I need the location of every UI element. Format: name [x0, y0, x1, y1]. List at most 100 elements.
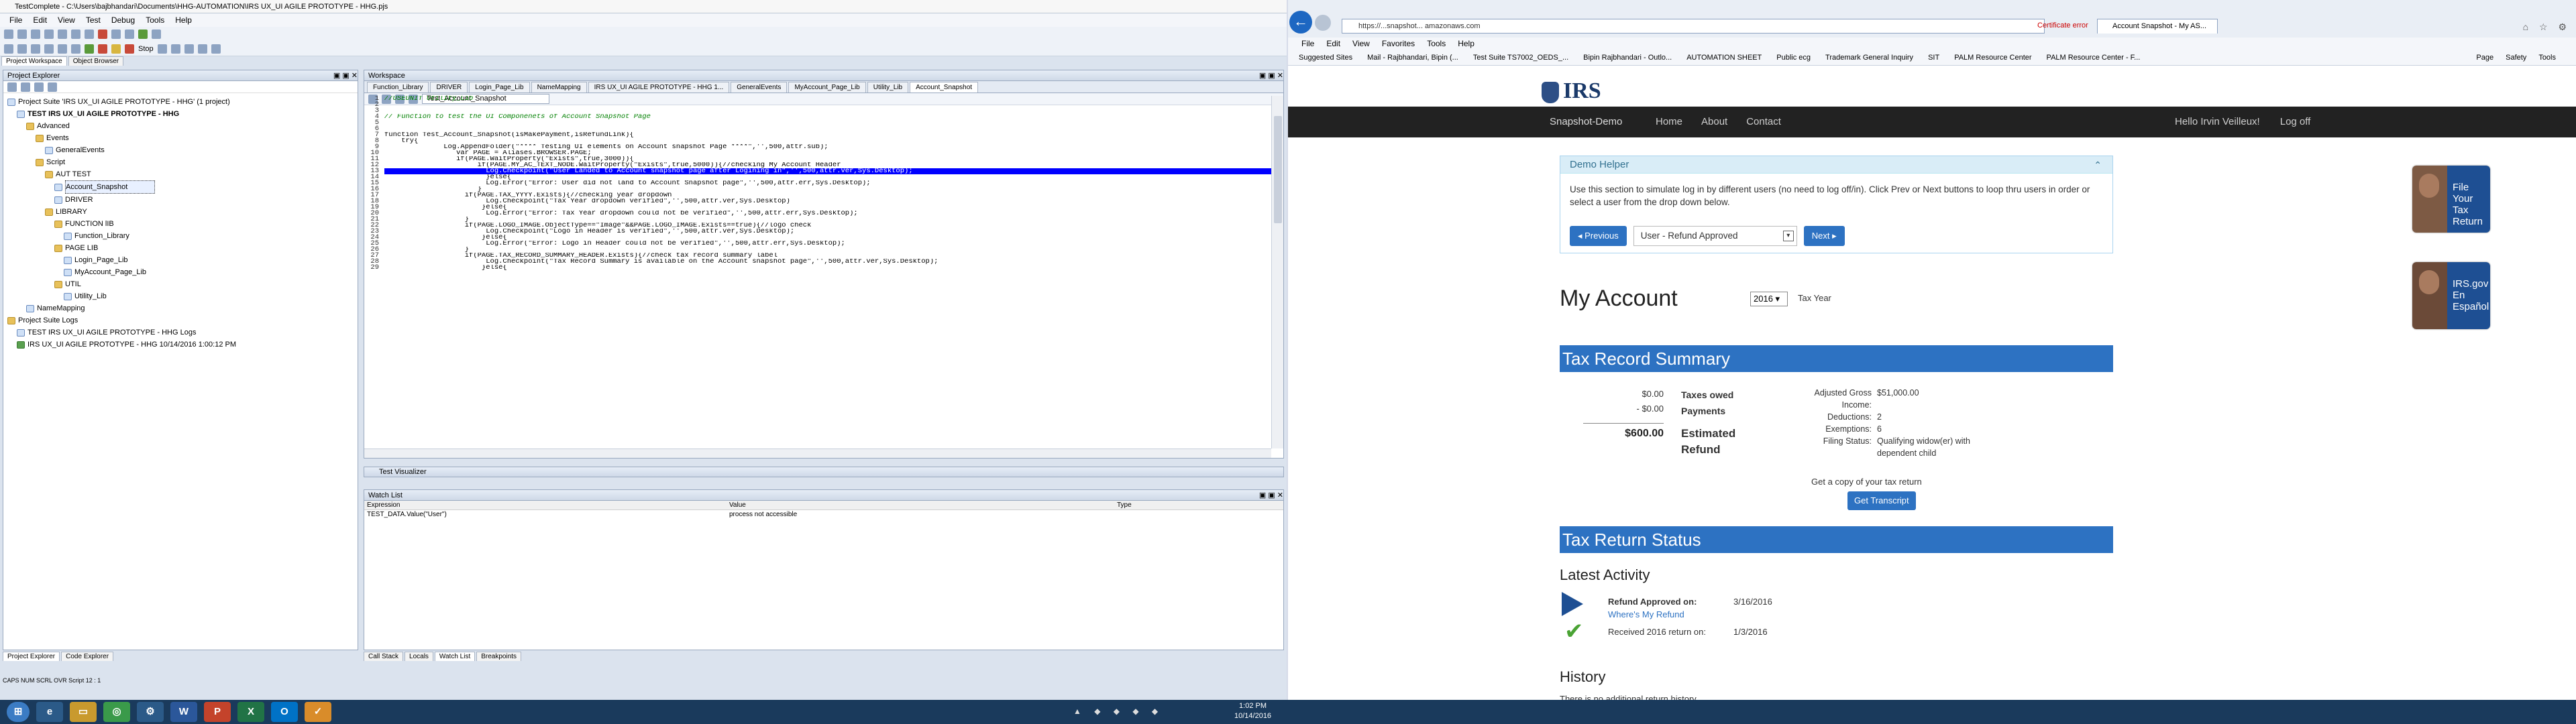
taskbar-word[interactable]: W: [170, 702, 197, 722]
fav-item[interactable]: Suggested Sites: [1299, 50, 1352, 65]
tree-node[interactable]: Project Suite 'IRS UX_UI AGILE PROTOTYPE…: [7, 96, 354, 108]
code-line[interactable]: 18 Log.Checkpoint("Tax Year dropdown ver…: [364, 198, 1271, 205]
ie-menu-tools[interactable]: Tools: [1427, 38, 1446, 50]
code-line[interactable]: 12 if(PAGE.MY_AC_TEXT_NODE.WaitProperty(…: [364, 162, 1271, 169]
tree-node[interactable]: Script: [7, 156, 354, 168]
run-icon[interactable]: [138, 29, 148, 39]
irs-logo[interactable]: IRS: [1542, 78, 1601, 104]
fav-item[interactable]: SIT: [1928, 50, 1939, 65]
tree-node[interactable]: Advanced: [7, 120, 354, 132]
copy-item-icon[interactable]: [58, 44, 67, 54]
nav-user-greeting[interactable]: Hello Irvin Veilleux!: [2175, 107, 2260, 137]
tree-node[interactable]: GeneralEvents: [7, 144, 354, 156]
wheres-my-refund-link[interactable]: Where's My Refund: [1608, 609, 1684, 619]
code-line[interactable]: 4 // Function to test the UI Componenets …: [364, 113, 1271, 121]
tree-node[interactable]: IRS UX_UI AGILE PROTOTYPE - HHG 10/14/20…: [7, 339, 354, 351]
fav-item[interactable]: Public ecg: [1776, 50, 1811, 65]
menu-tools[interactable]: Tools: [146, 15, 164, 25]
taskbar-powerpoint[interactable]: P: [204, 702, 231, 722]
tree-node[interactable]: Login_Page_Lib: [7, 254, 354, 266]
code-line[interactable]: 1 //USEUNIT Utility_Lib: [364, 96, 1271, 102]
delete-icon[interactable]: [98, 29, 107, 39]
file-tab[interactable]: IRS UX_UI AGILE PROTOTYPE - HHG 1...: [588, 82, 730, 93]
tree-node[interactable]: Utility_Lib: [7, 290, 354, 302]
previous-button[interactable]: ◂ Previous: [1570, 226, 1627, 246]
record-icon[interactable]: [152, 29, 161, 39]
certificate-error[interactable]: Certificate error: [2037, 19, 2088, 32]
code-line[interactable]: 8 try{: [364, 137, 1271, 145]
nav-about[interactable]: About: [1701, 107, 1727, 137]
menu-help[interactable]: Help: [175, 15, 192, 25]
col-expression[interactable]: Expression: [364, 501, 727, 509]
save-icon[interactable]: [31, 29, 40, 39]
user-select[interactable]: User - Refund Approved ▾: [1633, 226, 1797, 246]
tree-node[interactable]: Account_Snapshot: [7, 180, 354, 194]
code-line[interactable]: 3: [364, 107, 1271, 115]
new-item-icon[interactable]: [4, 44, 13, 54]
tab-object-browser[interactable]: Object Browser: [68, 56, 124, 66]
cut-icon[interactable]: [58, 29, 67, 39]
copy-icon[interactable]: [71, 29, 80, 39]
step-over-icon[interactable]: [170, 44, 180, 54]
file-tab[interactable]: MyAccount_Page_Lib: [788, 82, 866, 93]
stop-label[interactable]: Stop: [138, 45, 154, 53]
forward-button[interactable]: [1315, 15, 1331, 31]
code-line[interactable]: 15 Log.Error("Error: User did not land t…: [364, 180, 1271, 187]
code-line[interactable]: 11 if(PAGE.WaitProperty("Exists",true,30…: [364, 156, 1271, 163]
tree-node[interactable]: UTIL: [7, 278, 354, 290]
code-line[interactable]: 10 var PAGE = Aliases.BROWSER.PAGE;: [364, 149, 1271, 157]
explorer-tool-icon[interactable]: [48, 82, 57, 92]
fav-item[interactable]: Bipin Rajbhandari - Outlo...: [1583, 50, 1672, 65]
code-line[interactable]: 22 if(PAGE.LOGO_IMAGE.ObjectType=="Image…: [364, 222, 1271, 229]
ie-menu-edit[interactable]: Edit: [1326, 38, 1340, 50]
explorer-tool-icon[interactable]: [7, 82, 17, 92]
code-line[interactable]: 23 Log.Checkpoint("Logo in Header is ver…: [364, 228, 1271, 235]
code-editor[interactable]: 1 //USEUNIT Utility_Lib 2 3 4 // Function to …: [364, 96, 1271, 448]
tax-year-select[interactable]: 2016 ▾: [1750, 292, 1788, 306]
tree-node[interactable]: TEST IRS UX_UI AGILE PROTOTYPE - HHG: [7, 108, 354, 120]
nav-contact[interactable]: Contact: [1746, 107, 1781, 137]
browser-tab[interactable]: Account Snapshot - My AS...: [2097, 19, 2218, 34]
promo-espanol[interactable]: IRS.gov En Español: [2412, 262, 2490, 329]
taskbar-ie[interactable]: e: [36, 702, 63, 722]
fav-item[interactable]: Test Suite TS7002_OEDS_...: [1473, 50, 1568, 65]
code-line[interactable]: 28 Log.Checkpoint("Tax Record Summary is…: [364, 258, 1271, 265]
tree-node[interactable]: PAGE LIB: [7, 242, 354, 254]
code-line[interactable]: 6: [364, 125, 1271, 133]
menu-file[interactable]: File: [9, 15, 22, 25]
tab-breakpoints[interactable]: Breakpoints: [476, 652, 522, 661]
address-bar[interactable]: https://...snapshot... amazonaws.com Cert…: [1342, 19, 2088, 34]
code-line[interactable]: 25 Log.Error("Error: Logo in Header coul…: [364, 240, 1271, 247]
paste-icon[interactable]: [85, 29, 94, 39]
explorer-tool-icon[interactable]: [21, 82, 30, 92]
nav-brand[interactable]: Snapshot-Demo: [1550, 107, 1622, 137]
col-value[interactable]: Value: [727, 501, 1114, 509]
tree-node[interactable]: Project Suite Logs: [7, 314, 354, 326]
tree-node[interactable]: MyAccount_Page_Lib: [7, 266, 354, 278]
code-line[interactable]: 19 }else{: [364, 204, 1271, 211]
tab-locals[interactable]: Locals: [405, 652, 433, 661]
code-vertical-scrollbar[interactable]: [1271, 96, 1283, 448]
fav-item[interactable]: AUTOMATION SHEET: [1686, 50, 1762, 65]
code-line[interactable]: 26 }: [364, 246, 1271, 253]
pane-buttons[interactable]: ▣ ▣ ✕: [333, 70, 358, 80]
menu-test[interactable]: Test: [86, 15, 101, 25]
open-item-icon[interactable]: [17, 44, 27, 54]
code-line[interactable]: 16 }: [364, 186, 1271, 193]
tab-watch-list[interactable]: Watch List: [434, 652, 476, 661]
tree-node[interactable]: NameMapping: [7, 302, 354, 314]
code-line[interactable]: 14 }else{: [364, 174, 1271, 181]
tree-node[interactable]: DRIVER: [7, 194, 354, 206]
ie-menu-help[interactable]: Help: [1458, 38, 1474, 50]
promo-file-tax-return[interactable]: File Your Tax Return: [2412, 166, 2490, 233]
code-line[interactable]: 9 Log.AppendFolder("**** Testing UI elem…: [364, 143, 1271, 151]
back-button[interactable]: ←: [1289, 11, 1312, 34]
step-into-icon[interactable]: [157, 44, 167, 54]
ie-menu-favorites[interactable]: Favorites: [1382, 38, 1415, 50]
pause-icon[interactable]: [111, 44, 121, 54]
code-line[interactable]: 13 Log.Checkpoint("User Landed to Accoun…: [364, 168, 1271, 174]
collapse-icon[interactable]: ⌃: [2094, 156, 2102, 174]
fav-item[interactable]: Mail - Rajbhandari, Bipin (...: [1367, 50, 1458, 65]
col-type[interactable]: Type: [1114, 501, 1283, 509]
taskbar-excel[interactable]: X: [237, 702, 264, 722]
